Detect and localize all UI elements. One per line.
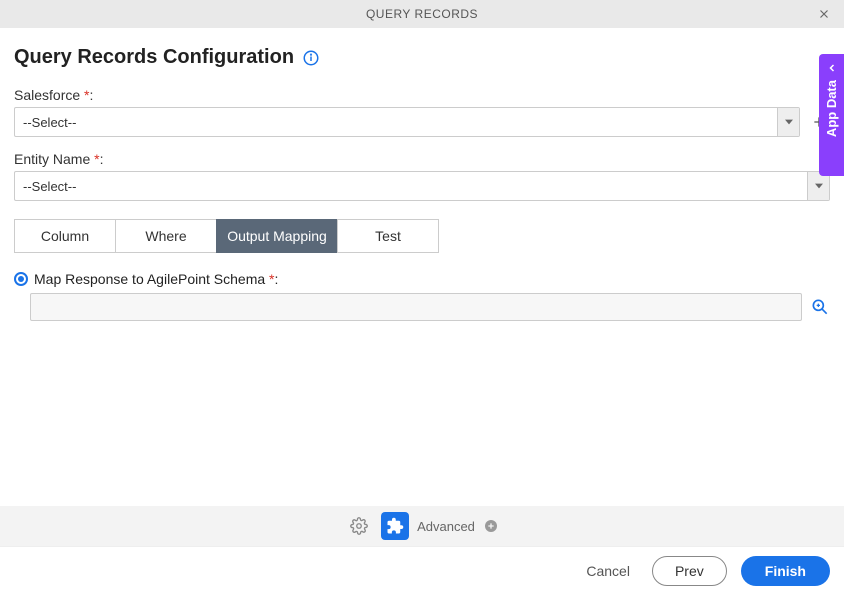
footer-bar: Cancel Prev Finish (0, 546, 844, 594)
schema-input-row (14, 293, 830, 321)
salesforce-select[interactable]: --Select-- (14, 107, 800, 137)
tab-test[interactable]: Test (337, 219, 439, 253)
info-icon[interactable] (302, 49, 320, 67)
close-button[interactable] (814, 4, 834, 24)
schema-browse-icon[interactable] (810, 297, 830, 317)
schema-input[interactable] (30, 293, 802, 321)
map-response-label: Map Response to AgilePoint Schema *: (34, 271, 278, 287)
advanced-expand-icon[interactable] (483, 518, 499, 534)
entity-field: Entity Name *: --Select-- (14, 151, 830, 201)
prev-button[interactable]: Prev (652, 556, 727, 586)
cancel-button[interactable]: Cancel (578, 557, 638, 585)
settings-button[interactable] (345, 512, 373, 540)
advanced-label: Advanced (417, 519, 475, 534)
dropdown-arrow-icon (807, 172, 829, 200)
tab-output-mapping[interactable]: Output Mapping (216, 219, 338, 253)
puzzle-icon (386, 517, 404, 535)
finish-button[interactable]: Finish (741, 556, 830, 586)
entity-select-value: --Select-- (15, 179, 807, 194)
entity-select[interactable]: --Select-- (14, 171, 830, 201)
gear-icon (350, 517, 368, 535)
map-response-radio-row[interactable]: Map Response to AgilePoint Schema *: (14, 271, 830, 287)
tab-column[interactable]: Column (14, 219, 116, 253)
content-area: Query Records Configuration Salesforce *… (0, 28, 844, 321)
salesforce-select-value: --Select-- (15, 115, 777, 130)
plugin-button[interactable] (381, 512, 409, 540)
salesforce-field: Salesforce *: --Select-- (14, 87, 830, 137)
dropdown-arrow-icon (777, 108, 799, 136)
side-panel-tab-app-data[interactable]: App Data (819, 54, 844, 176)
chevron-left-icon (826, 62, 838, 74)
title-bar: QUERY RECORDS (0, 0, 844, 28)
salesforce-label: Salesforce *: (14, 87, 830, 103)
window-title: QUERY RECORDS (366, 7, 478, 21)
tab-where[interactable]: Where (115, 219, 217, 253)
page-title-row: Query Records Configuration (14, 46, 830, 69)
advanced-bar: Advanced (0, 506, 844, 546)
tab-bar: Column Where Output Mapping Test (14, 219, 830, 253)
side-panel-label: App Data (824, 80, 839, 137)
entity-label: Entity Name *: (14, 151, 830, 167)
close-icon (817, 7, 831, 21)
page-title: Query Records Configuration (14, 46, 294, 69)
radio-selected-icon (14, 272, 28, 286)
